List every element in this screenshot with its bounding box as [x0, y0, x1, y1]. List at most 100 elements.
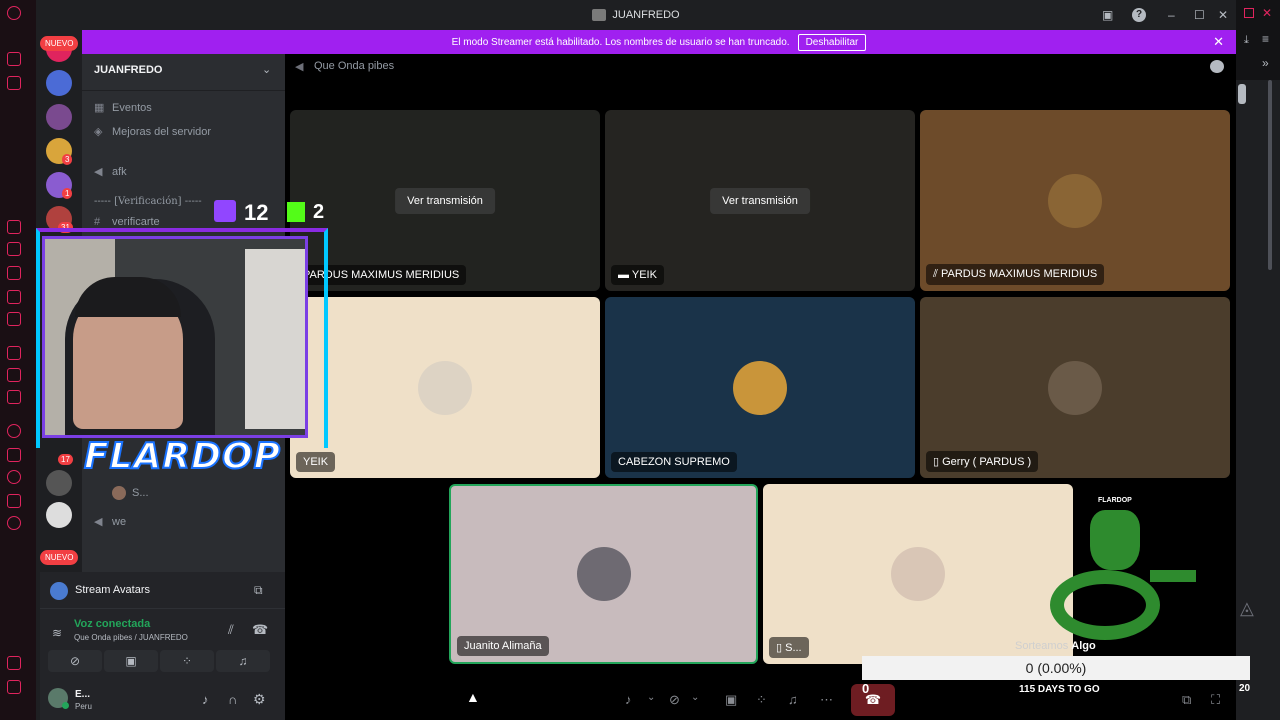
- sidebar-item-events[interactable]: ▦ Eventos: [94, 101, 152, 115]
- channel-afk[interactable]: ◀ afk: [94, 165, 127, 179]
- server-icon[interactable]: [46, 104, 72, 130]
- pet-label: FLARDOP: [1098, 497, 1132, 504]
- channel-we[interactable]: ◀ we: [94, 515, 126, 529]
- microphone-icon[interactable]: ♪: [202, 692, 209, 707]
- chat-icon[interactable]: [1210, 60, 1224, 73]
- settings-gear-icon[interactable]: ⚙: [253, 691, 266, 708]
- sidebar-item-boosts[interactable]: ◈ Mejoras del servidor: [94, 125, 211, 139]
- chevron-down-icon[interactable]: ⌄: [647, 692, 655, 703]
- close-icon[interactable]: ✕: [1262, 6, 1272, 20]
- download-icon[interactable]: ⤓: [1244, 34, 1249, 47]
- more-options-icon[interactable]: ⋯: [820, 692, 833, 708]
- sprite-head: [1090, 510, 1140, 570]
- server-name[interactable]: JUANFREDO: [94, 64, 162, 76]
- activities-icon[interactable]: ⁘: [756, 692, 767, 708]
- close-window-button[interactable]: ✕: [1218, 8, 1228, 22]
- voice-status[interactable]: Voz conectada: [74, 618, 150, 630]
- voice-member[interactable]: S...: [112, 486, 149, 500]
- participant-name: Juanito Alimaña: [457, 636, 549, 656]
- activity-action-icon[interactable]: ⧉: [254, 583, 263, 598]
- stream-tile[interactable]: Ver transmisión PARDUS MAXIMUS MERIDIUS: [290, 110, 600, 291]
- muted-icon: ⫽: [933, 268, 941, 280]
- history-icon[interactable]: [7, 242, 21, 256]
- inbox-icon[interactable]: ▣: [1102, 8, 1113, 22]
- share-screen-icon[interactable]: ▣: [725, 692, 737, 708]
- fullscreen-icon[interactable]: ⛶: [1211, 692, 1220, 708]
- clock-icon[interactable]: [7, 470, 21, 484]
- twitch-icon[interactable]: [7, 368, 21, 382]
- stream-tile[interactable]: Ver transmisión ▬ YEIK: [605, 110, 915, 291]
- goal-days-left: 115 DAYS TO GO: [1019, 684, 1100, 695]
- chevron-down-icon[interactable]: ⌄: [691, 692, 699, 703]
- activity-name[interactable]: Stream Avatars: [75, 584, 150, 596]
- window-title: JUANFREDO: [612, 9, 680, 21]
- settings-icon[interactable]: [7, 424, 21, 438]
- divider: [82, 90, 285, 91]
- opera-logo-icon[interactable]: [7, 6, 21, 20]
- more-icon[interactable]: [7, 680, 21, 694]
- divider: [40, 608, 285, 609]
- minimize-button[interactable]: –: [1168, 8, 1175, 22]
- extension-icon[interactable]: [7, 448, 21, 462]
- camera-off-button[interactable]: ⊘: [48, 650, 102, 672]
- participant-tile[interactable]: ⫽ PARDUS MAXIMUS MERIDIUS: [920, 110, 1230, 291]
- webcam-feed: [42, 236, 308, 438]
- voice-location[interactable]: Que Onda pibes / JUANFREDO: [74, 633, 188, 642]
- messenger-icon[interactable]: [7, 220, 21, 234]
- watch-stream-button[interactable]: Ver transmisión: [395, 187, 495, 214]
- headphones-icon[interactable]: ∩: [228, 692, 237, 707]
- server-icon[interactable]: [46, 470, 72, 496]
- tabs-icon[interactable]: [7, 76, 21, 90]
- watch-stream-button[interactable]: Ver transmisión: [710, 187, 810, 214]
- activity-icon: [50, 582, 68, 600]
- home-icon[interactable]: [7, 52, 21, 66]
- goal-end: 20: [1239, 683, 1251, 694]
- maximize-button[interactable]: ☐: [1194, 8, 1205, 22]
- fox-icon: ◬: [1240, 598, 1254, 618]
- instagram-icon[interactable]: [7, 312, 21, 326]
- participant-tile[interactable]: CABEZON SUPREMO: [605, 297, 915, 478]
- title-bar: JUANFREDO ▣ ? – ☐ ✕: [36, 0, 1236, 30]
- participant-tile-speaking[interactable]: Juanito Alimaña: [449, 484, 758, 664]
- activities-button[interactable]: ⁘: [160, 650, 214, 672]
- whatsapp-icon[interactable]: [7, 290, 21, 304]
- help-icon[interactable]: ?: [1132, 8, 1146, 22]
- share-screen-button[interactable]: ▣: [104, 650, 158, 672]
- disconnect-icon[interactable]: ☎: [252, 622, 268, 638]
- soundboard-icon[interactable]: ♫: [788, 692, 798, 707]
- noise-suppression-icon[interactable]: ⫽: [228, 622, 234, 638]
- x-icon[interactable]: [7, 390, 21, 404]
- disconnect-button[interactable]: ☎: [851, 684, 895, 716]
- user-name[interactable]: E...: [75, 689, 90, 700]
- participant-tile[interactable]: ▯ S...: [763, 484, 1073, 664]
- channel-verificarte[interactable]: # verificarte: [94, 216, 160, 228]
- category-verificacion[interactable]: ----- [Verificación] -----: [94, 196, 202, 207]
- sprite-tail: [1150, 570, 1196, 582]
- menu-icon[interactable]: ≡: [1262, 32, 1269, 46]
- new-badge: NUEVO: [40, 36, 79, 51]
- mobile-icon: ▯: [933, 456, 943, 468]
- player-icon[interactable]: [7, 494, 21, 508]
- scrollbar[interactable]: [1268, 80, 1272, 270]
- microphone-icon[interactable]: ♪: [625, 692, 632, 707]
- server-icon[interactable]: [46, 502, 72, 528]
- pin-icon[interactable]: [7, 656, 21, 670]
- bookmark-icon[interactable]: [7, 266, 21, 280]
- close-icon[interactable]: ✕: [1213, 34, 1224, 50]
- sprite-body: [1050, 570, 1160, 640]
- camera-off-icon[interactable]: ⊘: [669, 692, 680, 708]
- window-icon[interactable]: [1244, 8, 1254, 18]
- gear-icon[interactable]: [7, 516, 21, 530]
- disable-streamer-mode-button[interactable]: Deshabilitar: [797, 33, 867, 51]
- participant-tile[interactable]: ▯ Gerry ( PARDUS ): [920, 297, 1230, 478]
- scroll-thumb[interactable]: [1238, 84, 1246, 104]
- chevrons-right-icon[interactable]: »: [1262, 56, 1269, 70]
- server-icon[interactable]: [46, 70, 72, 96]
- arc-icon[interactable]: [7, 346, 21, 360]
- chevron-down-icon[interactable]: ⌄: [262, 63, 271, 76]
- speaker-icon: ◀: [94, 166, 103, 178]
- soundboard-button[interactable]: ♫: [216, 650, 270, 672]
- popout-icon[interactable]: ⧉: [1182, 692, 1191, 708]
- participant-tile[interactable]: YEIK: [290, 297, 600, 478]
- participant-name: ▯ Gerry ( PARDUS ): [926, 451, 1039, 472]
